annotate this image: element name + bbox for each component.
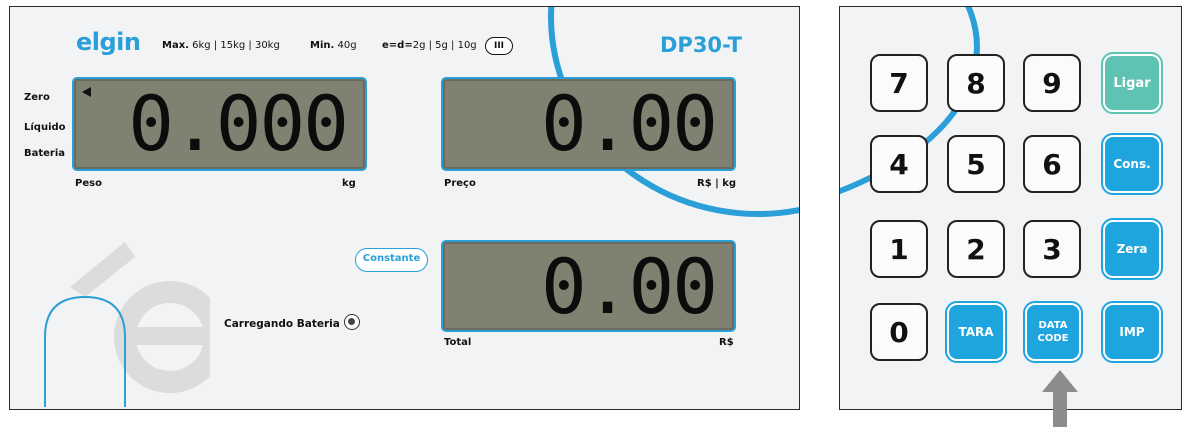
total-unit: R$ [719,337,734,348]
key-3[interactable]: 3 [1023,220,1081,278]
spec-e: e=d=2g | 5g | 10g [382,40,477,51]
weight-lcd: 0.000 [72,77,367,171]
price-unit: R$ | kg [697,178,737,189]
weight-label: Peso [75,178,102,189]
key-5[interactable]: 5 [947,135,1005,193]
key-9[interactable]: 9 [1023,54,1081,112]
weight-unit: kg [342,178,356,189]
display-panel: elgin Max. 6kg | 15kg | 30kg Min. 40g e=… [9,6,800,410]
zera-button[interactable]: Zera [1101,218,1163,280]
keypad-decorative-arc [840,7,980,227]
key-7[interactable]: 7 [870,54,928,112]
data-code-button[interactable]: DATA CODE [1023,301,1083,363]
weight-value: 0.000 [128,79,349,168]
spec-min: Min. 40g [310,40,357,51]
zero-arrow-icon [82,87,91,97]
keypad-panel: 7 8 9 Ligar 4 5 6 Cons. 1 2 3 Zera 0 TAR… [839,6,1182,410]
charging-label: Carregando Bateria [224,318,340,330]
price-lcd: 0.00 [441,77,736,171]
constante-badge: Constante [355,248,428,272]
indicator-liquido: Líquido [24,122,66,133]
total-value: 0.00 [540,242,718,331]
key-8[interactable]: 8 [947,54,1005,112]
watermark-logo-icon [44,242,210,407]
key-4[interactable]: 4 [870,135,928,193]
tara-button[interactable]: TARA [945,301,1007,363]
charging-led-icon [344,314,360,330]
ligar-button[interactable]: Ligar [1101,52,1163,114]
indicator-zero: Zero [24,92,50,103]
model-name: DP30-T [660,33,743,57]
total-lcd: 0.00 [441,240,736,332]
accuracy-class-badge: III [485,37,513,55]
spec-max: Max. 6kg | 15kg | 30kg [162,40,280,51]
price-label: Preço [444,178,476,189]
key-2[interactable]: 2 [947,220,1005,278]
indicator-bateria: Bateria [24,148,66,159]
brand-logo: elgin [76,28,141,56]
key-0[interactable]: 0 [870,303,928,361]
price-value: 0.00 [540,79,718,168]
key-1[interactable]: 1 [870,220,928,278]
cons-button[interactable]: Cons. [1101,133,1163,195]
imp-button[interactable]: IMP [1101,301,1163,363]
key-6[interactable]: 6 [1023,135,1081,193]
pointer-arrow-icon [1042,370,1078,427]
total-label: Total [444,337,472,348]
